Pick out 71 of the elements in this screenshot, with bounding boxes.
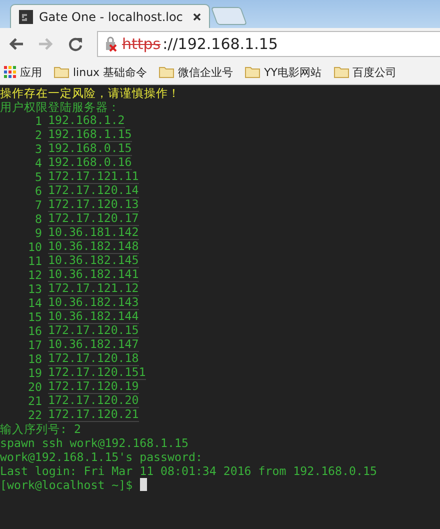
server-ip: 192.168.1.2	[48, 114, 125, 128]
url-text: ://192.168.1.15	[162, 35, 278, 53]
server-number: 21	[27, 394, 43, 408]
server-number: 1	[34, 114, 43, 128]
server-number: 13	[27, 282, 43, 296]
address-bar[interactable]: https://192.168.1.15	[97, 31, 440, 57]
server-ip: 10.36.182.147	[48, 338, 139, 352]
bookmark[interactable]: 微信企业号	[159, 64, 234, 80]
server-ip: 10.36.182.143	[48, 296, 139, 310]
server-number: 18	[27, 352, 43, 366]
server-number: 10	[27, 240, 43, 254]
terminal-line: spawn ssh work@192.168.1.15	[0, 436, 190, 450]
terminal-line: 用户权限登陆服务器：	[0, 100, 121, 114]
server-number: 19	[27, 366, 43, 380]
server-number: 15	[27, 310, 43, 324]
server-ip: 10.36.182.141	[48, 268, 139, 282]
server-number: 2	[34, 128, 43, 142]
folder-icon	[159, 66, 174, 78]
server-number: 20	[27, 380, 43, 394]
shell-prompt: [work@localhost ~]$	[0, 478, 133, 492]
tab-title: Gate One - localhost.loc	[39, 10, 184, 24]
apps-grid-icon	[4, 66, 16, 78]
reload-icon[interactable]	[68, 36, 83, 52]
server-number: 17	[27, 338, 43, 352]
close-icon[interactable]	[193, 12, 201, 20]
server-ip: 172.17.120.151	[48, 366, 146, 380]
bookmark[interactable]: YY电影网站	[245, 64, 322, 80]
server-ip: 192.168.0.16	[48, 156, 132, 170]
server-ip: 172.17.120.15	[48, 324, 139, 338]
server-number: 9	[34, 226, 43, 240]
server-ip: 172.17.121.11	[48, 170, 139, 184]
server-number: 11	[27, 254, 43, 268]
server-ip: 10.36.182.148	[48, 240, 139, 254]
server-ip: 172.17.120.14	[48, 184, 139, 198]
server-number: 3	[34, 142, 43, 156]
server-number: 4	[34, 156, 43, 170]
server-ip: 10.36.181.142	[48, 226, 139, 240]
server-ip: 172.17.120.21	[48, 408, 139, 422]
server-number: 8	[34, 212, 43, 226]
server-ip: 172.17.120.19	[48, 380, 139, 394]
server-ip: 172.17.120.20	[48, 394, 139, 408]
terminal-icon	[19, 10, 33, 24]
folder-icon	[334, 66, 349, 78]
bookmark[interactable]: 应用	[4, 64, 42, 80]
server-ip: 192.168.0.15	[48, 142, 132, 156]
server-number: 22	[27, 408, 43, 422]
terminal-line: work@192.168.1.15's password:	[0, 450, 204, 464]
server-number: 16	[27, 324, 43, 338]
server-ip: 10.36.182.144	[48, 310, 139, 324]
back-icon[interactable]	[8, 37, 24, 51]
warning-text: 操作存在一定风险，请谨慎操作！	[0, 86, 181, 100]
server-ip: 172.17.120.13	[48, 198, 139, 212]
server-ip: 192.168.1.15	[48, 128, 132, 142]
server-ip: 10.36.182.145	[48, 254, 139, 268]
server-ip: 172.17.121.12	[48, 282, 139, 296]
url-scheme: https	[122, 35, 161, 53]
server-number: 5	[34, 170, 43, 184]
bookmark[interactable]: 百度公司	[334, 64, 397, 80]
terminal-line: Last login: Fri Mar 11 08:01:34 2016 from 192.168.0.15	[0, 464, 378, 478]
cursor	[140, 478, 147, 491]
server-ip: 172.17.120.17	[48, 212, 139, 226]
server-number: 14	[27, 296, 43, 310]
browser-tab[interactable]: Gate One - localhost.loc	[10, 4, 210, 28]
bookmark[interactable]: linux 基础命令	[54, 64, 148, 80]
folder-icon	[54, 66, 69, 78]
server-number: 7	[34, 198, 43, 212]
terminal-line: 输入序列号: 2	[0, 422, 82, 436]
folder-icon	[245, 66, 260, 78]
server-number: 12	[27, 268, 43, 282]
server-ip: 172.17.120.18	[48, 352, 139, 366]
server-number: 6	[34, 184, 43, 198]
